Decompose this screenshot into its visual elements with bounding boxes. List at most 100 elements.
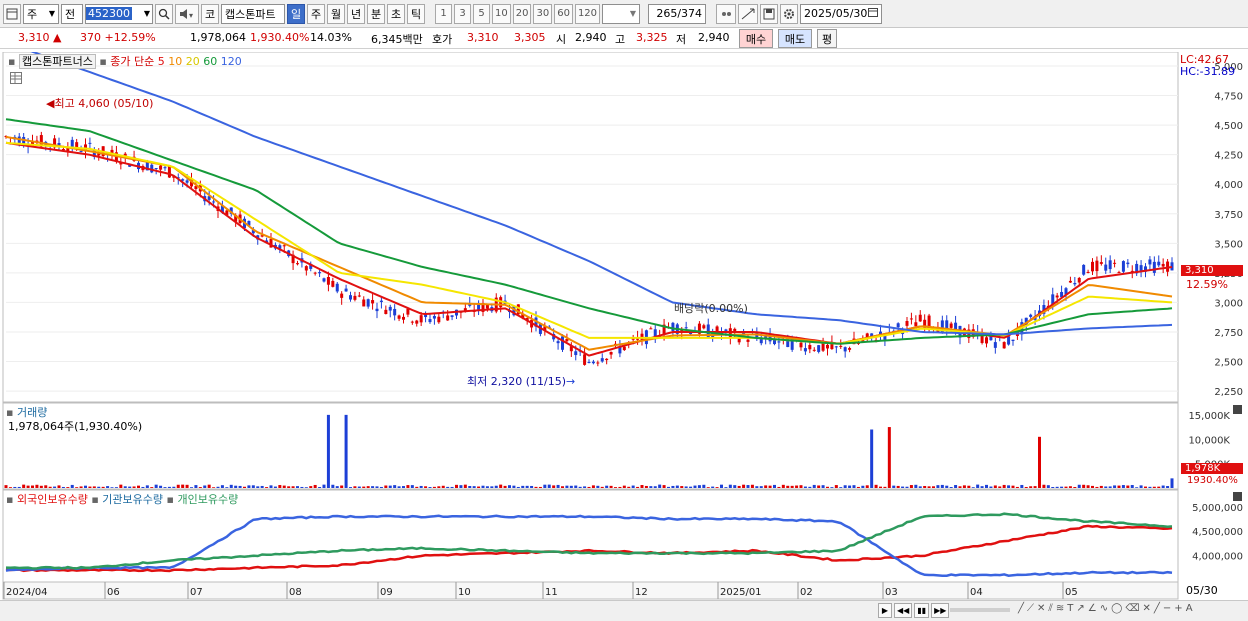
cross-tool-icon[interactable]: ✕ [1142, 603, 1150, 614]
volume-bar [477, 486, 481, 488]
pause-icon[interactable]: ▮▮ [914, 603, 930, 618]
interval-5-button[interactable]: 5 [473, 3, 490, 24]
text-tool-icon[interactable]: T [1067, 603, 1073, 614]
fib-tool-icon[interactable]: ≋ [1056, 603, 1064, 614]
legend-ma-label[interactable]: 종가 단순 [110, 55, 154, 68]
candle-body [159, 165, 163, 170]
candle-body [918, 314, 922, 322]
volume-bar [684, 486, 688, 488]
close-panel-icon[interactable] [1233, 405, 1242, 414]
volume-bar [238, 485, 242, 488]
period-tick-button[interactable]: 틱 [407, 3, 425, 24]
legend-stock-name[interactable]: 캡스톤파트너스 [18, 54, 96, 69]
zoom-icon[interactable] [716, 3, 737, 24]
sell-button[interactable]: 매도 [778, 29, 812, 48]
play-icon[interactable]: ▶ [878, 603, 892, 618]
plus-icon[interactable]: + [1174, 603, 1182, 614]
interval-60-button[interactable]: 60 [554, 3, 573, 24]
candle-body [1073, 282, 1077, 285]
holdings-tick-label: 4,000,000 [1192, 552, 1243, 563]
legend-individual[interactable]: 개인보유수량 [177, 493, 238, 506]
eraser-tool-icon[interactable]: ⌫ [1125, 603, 1139, 614]
table-icon[interactable] [10, 72, 22, 84]
volume-bar [167, 486, 171, 488]
close-panel-icon[interactable] [1233, 492, 1242, 501]
candle-body [313, 272, 317, 274]
volume-bar [114, 487, 118, 488]
legend-foreign[interactable]: 외국인보유수량 [17, 493, 88, 506]
code-type-select[interactable]: 전 [61, 3, 83, 24]
interval-3-button[interactable]: 3 [454, 3, 471, 24]
code-input[interactable]: 452300 ▼ [85, 3, 153, 24]
interval-120-button[interactable]: 120 [574, 3, 601, 24]
interval-20-button[interactable]: 20 [512, 3, 532, 24]
price-legend: ▪ 캡스톤파트너스 ▪ 종가 단순 5 10 20 60 120 [8, 53, 242, 69]
candle-body [304, 266, 308, 271]
ellipse-tool-icon[interactable]: ◯ [1111, 603, 1122, 614]
hline-tool-icon[interactable]: ╱ [1018, 603, 1024, 614]
sound-icon[interactable]: ▾ [175, 3, 199, 24]
volume-bar [300, 486, 304, 488]
trend-tool-icon[interactable]: ⟋ [1027, 603, 1034, 614]
volume-bar [764, 485, 768, 488]
crosshair-icon[interactable] [738, 3, 759, 24]
volume-pct-tag: 1930.40% [1187, 475, 1238, 486]
chart-area[interactable]: 2,2502,5002,7503,0003,2503,5003,7504,000… [0, 52, 1248, 602]
custom-interval-select[interactable]: ▼ [602, 3, 641, 24]
save-icon[interactable] [760, 3, 779, 24]
calendar-icon[interactable] [868, 7, 879, 20]
buy-button[interactable]: 매수 [739, 29, 773, 48]
cross-tool-icon[interactable]: ✕ [1037, 603, 1045, 614]
candle-body [388, 306, 392, 311]
date-input[interactable]: 2025/05/30 [800, 3, 883, 24]
volume-bar [304, 487, 308, 488]
interval-30-button[interactable]: 30 [533, 3, 553, 24]
y-tick-label: 2,750 [1214, 328, 1243, 339]
font-size-icon[interactable]: A [1186, 603, 1193, 614]
slash-tool-icon[interactable]: ╱ [1154, 603, 1160, 614]
period-year-button[interactable]: 년 [347, 3, 365, 24]
view-count-field[interactable]: 265/374 [648, 3, 707, 24]
window-icon[interactable] [3, 3, 21, 24]
legend-ma20: 20 [185, 55, 200, 68]
trade-amount: 6,345백만 [371, 33, 423, 46]
holdings-tick-label: 5,000,000 [1192, 503, 1243, 514]
arrow-tool-icon[interactable]: ↗ [1076, 603, 1084, 614]
volume-bar [790, 485, 794, 488]
search-icon[interactable] [155, 3, 173, 24]
market-value: 주 [27, 7, 38, 21]
interval-1-button[interactable]: 1 [435, 3, 452, 24]
volume-bar [914, 484, 918, 488]
chevron-down-icon[interactable]: ▼ [144, 9, 152, 18]
period-day-button[interactable]: 일 [287, 3, 305, 24]
market-select[interactable]: 주 ▼ [23, 3, 59, 24]
wave-tool-icon[interactable]: ∿ [1100, 603, 1108, 614]
rewind-icon[interactable]: ◀◀ [894, 603, 913, 618]
svg-text:▾: ▾ [189, 11, 193, 20]
gear-icon[interactable] [780, 3, 799, 24]
period-second-button[interactable]: 초 [387, 3, 405, 24]
period-week-button[interactable]: 주 [307, 3, 325, 24]
volume-bar [234, 485, 238, 488]
interval-10-button[interactable]: 10 [492, 3, 511, 24]
volume-bar [123, 486, 127, 488]
legend-institution[interactable]: 기관보유수량 [102, 493, 163, 506]
stock-name-field[interactable]: 캡스톤파트 [221, 3, 285, 24]
volume-bar [596, 485, 600, 488]
volume-bar [706, 487, 710, 488]
volume-bar [830, 487, 834, 488]
minus-icon[interactable]: − [1163, 603, 1171, 614]
period-minute-button[interactable]: 분 [367, 3, 385, 24]
scroll-track[interactable] [950, 608, 1010, 612]
volume-bar [1073, 486, 1077, 488]
eval-button[interactable]: 평 [817, 29, 837, 48]
x-tick-label: 03 [885, 587, 898, 598]
period-month-button[interactable]: 월 [327, 3, 345, 24]
volume-bar [322, 484, 326, 488]
volume-bar [278, 485, 282, 488]
channel-tool-icon[interactable]: ⫽ [1048, 603, 1052, 614]
forward-icon[interactable]: ▶▶ [931, 603, 950, 618]
volume-bar [803, 486, 807, 488]
volume-bar [463, 484, 467, 488]
angle-tool-icon[interactable]: ∠ [1088, 603, 1097, 614]
